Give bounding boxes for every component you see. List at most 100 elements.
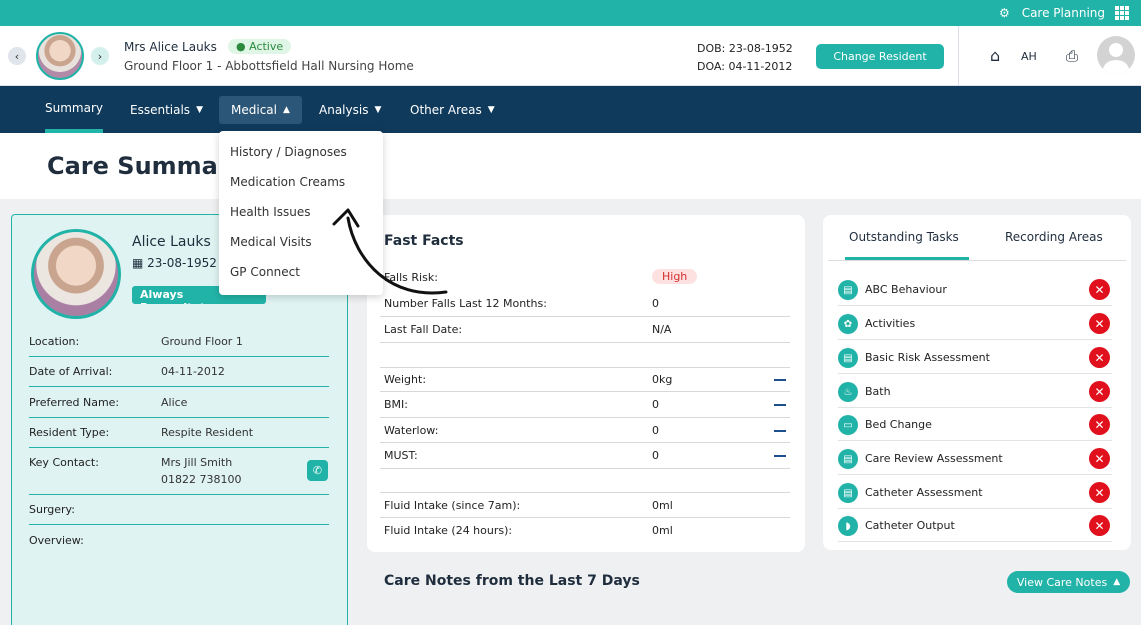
info-row: Preferred Name: Alice xyxy=(29,396,329,409)
page-title: Care Summar xyxy=(47,152,230,180)
task-item[interactable]: ▤ Catheter Assessment ✕ xyxy=(838,477,1112,509)
home-icon[interactable]: ⌂ xyxy=(990,46,1000,65)
divider xyxy=(29,417,329,418)
falls-risk-badge: High xyxy=(652,269,698,284)
divider xyxy=(29,386,329,387)
task-label: Bath xyxy=(865,385,891,398)
close-icon[interactable]: ✕ xyxy=(1089,515,1110,536)
info-label: Date of Arrival: xyxy=(29,365,113,378)
task-item[interactable]: ▤ ABC Behaviour ✕ xyxy=(838,274,1112,306)
tab-medical-label: Medical xyxy=(231,103,277,117)
divider xyxy=(380,342,790,343)
dob-text: DOB: 23-08-1952 xyxy=(697,42,793,55)
tab-summary-label: Summary xyxy=(45,100,103,115)
close-icon[interactable]: ✕ xyxy=(1089,482,1110,503)
minus-icon[interactable] xyxy=(774,455,786,457)
fact-label: MUST: xyxy=(384,449,418,462)
resident-avatar xyxy=(36,32,84,80)
fact-row: Fluid Intake (since 7am): 0ml xyxy=(384,499,788,512)
prev-resident-button[interactable]: ‹ xyxy=(8,47,26,65)
divider xyxy=(958,26,959,86)
contact-phone: 01822 738100 xyxy=(161,473,242,486)
divider xyxy=(380,492,790,493)
gear-icon[interactable]: ⚙ xyxy=(999,6,1010,20)
divider xyxy=(380,367,790,368)
minus-icon[interactable] xyxy=(774,404,786,406)
doa-text: DOA: 04-11-2012 xyxy=(697,60,793,73)
fact-value: 0ml xyxy=(652,499,673,512)
divider xyxy=(380,417,790,418)
close-icon[interactable]: ✕ xyxy=(1089,414,1110,435)
dates-block: DOB: 23-08-1952 DOA: 04-11-2012 xyxy=(697,40,793,76)
change-resident-button[interactable]: Change Resident xyxy=(816,44,944,69)
close-icon[interactable]: ✕ xyxy=(1089,381,1110,402)
next-resident-button[interactable]: › xyxy=(91,47,109,65)
info-value: Respite Resident xyxy=(161,426,254,439)
task-item[interactable]: ▤ Basic Risk Assessment ✕ xyxy=(838,342,1112,374)
menu-item-health-issues[interactable]: Health Issues xyxy=(230,205,311,219)
tab-medical[interactable]: Medical ▲ xyxy=(219,96,302,124)
fact-row: MUST: 0 xyxy=(384,449,788,462)
minus-icon[interactable] xyxy=(774,379,786,381)
divider xyxy=(29,447,329,448)
info-value: 04-11-2012 xyxy=(161,365,225,378)
tab-other-areas[interactable]: Other Areas ▼ xyxy=(410,86,495,133)
tab-recording-areas[interactable]: Recording Areas xyxy=(1005,230,1103,244)
fact-value: 0 xyxy=(652,449,659,462)
tab-analysis[interactable]: Analysis ▼ xyxy=(319,86,381,133)
activity-icon: ✿ xyxy=(838,314,858,334)
bath-icon: ♨ xyxy=(838,382,858,402)
task-item[interactable]: ◗ Catheter Output ✕ xyxy=(838,510,1112,542)
close-icon[interactable]: ✕ xyxy=(1089,279,1110,300)
divider xyxy=(380,442,790,443)
fact-row: Fluid Intake (24 hours): 0ml xyxy=(384,524,788,537)
task-item[interactable]: ▤ Care Review Assessment ✕ xyxy=(838,443,1112,475)
tab-analysis-label: Analysis xyxy=(319,102,369,117)
fact-value: 0 xyxy=(652,398,659,411)
phone-icon[interactable]: ✆ xyxy=(307,460,328,481)
view-care-notes-button[interactable]: View Care Notes ▲ xyxy=(1007,571,1130,593)
user-initials[interactable]: AH xyxy=(1021,50,1037,63)
main-nav: Summary Essentials ▼ Medical ▲ Analysis ▼ O… xyxy=(0,86,1141,133)
divider xyxy=(380,391,790,392)
menu-item-gp-connect[interactable]: GP Connect xyxy=(230,265,300,279)
info-label: Location: xyxy=(29,335,80,348)
tab-summary[interactable]: Summary xyxy=(45,86,103,133)
info-row: Key Contact: Mrs Jill Smith 01822 738100 xyxy=(29,456,329,486)
annotation-arrow-icon xyxy=(332,208,448,295)
info-label: Preferred Name: xyxy=(29,396,120,409)
resident-photo xyxy=(31,229,121,319)
fact-label: BMI: xyxy=(384,398,408,411)
info-row: Overview: xyxy=(29,534,329,547)
printer-icon[interactable]: ⎙ xyxy=(1066,47,1078,65)
info-value: Alice xyxy=(161,396,188,409)
tab-essentials[interactable]: Essentials ▼ xyxy=(130,86,203,133)
clipboard-icon: ▤ xyxy=(838,348,858,368)
app-title[interactable]: Care Planning xyxy=(1022,6,1105,20)
chevron-up-icon: ▲ xyxy=(282,105,290,115)
task-label: Bed Change xyxy=(865,418,932,431)
menu-item-medication-creams[interactable]: Medication Creams xyxy=(230,175,345,189)
chevron-down-icon: ▼ xyxy=(196,104,203,115)
task-item[interactable]: ♨ Bath ✕ xyxy=(838,376,1112,408)
close-icon[interactable]: ✕ xyxy=(1089,448,1110,469)
minus-icon[interactable] xyxy=(774,430,786,432)
fact-value: 0kg xyxy=(652,373,673,386)
resident-name: Mrs Alice Lauks xyxy=(124,40,217,54)
task-item[interactable]: ▭ Bed Change ✕ xyxy=(838,409,1112,441)
apps-grid-icon[interactable] xyxy=(1115,6,1129,20)
resident-address: Ground Floor 1 - Abbottsfield Hall Nursi… xyxy=(124,59,414,73)
info-label: Surgery: xyxy=(29,503,75,516)
task-label: Catheter Output xyxy=(865,519,955,532)
info-row: Surgery: xyxy=(29,503,329,516)
close-icon[interactable]: ✕ xyxy=(1089,313,1110,334)
task-item[interactable]: ✿ Activities ✕ xyxy=(838,308,1112,340)
fact-label: Fluid Intake (since 7am): xyxy=(384,499,521,512)
close-icon[interactable]: ✕ xyxy=(1089,347,1110,368)
user-avatar[interactable] xyxy=(1097,36,1135,74)
divider xyxy=(29,356,329,357)
menu-item-history[interactable]: History / Diagnoses xyxy=(230,145,347,159)
tab-outstanding-tasks[interactable]: Outstanding Tasks xyxy=(849,230,959,244)
task-label: Basic Risk Assessment xyxy=(865,351,990,364)
review-icon: ▤ xyxy=(838,449,858,469)
